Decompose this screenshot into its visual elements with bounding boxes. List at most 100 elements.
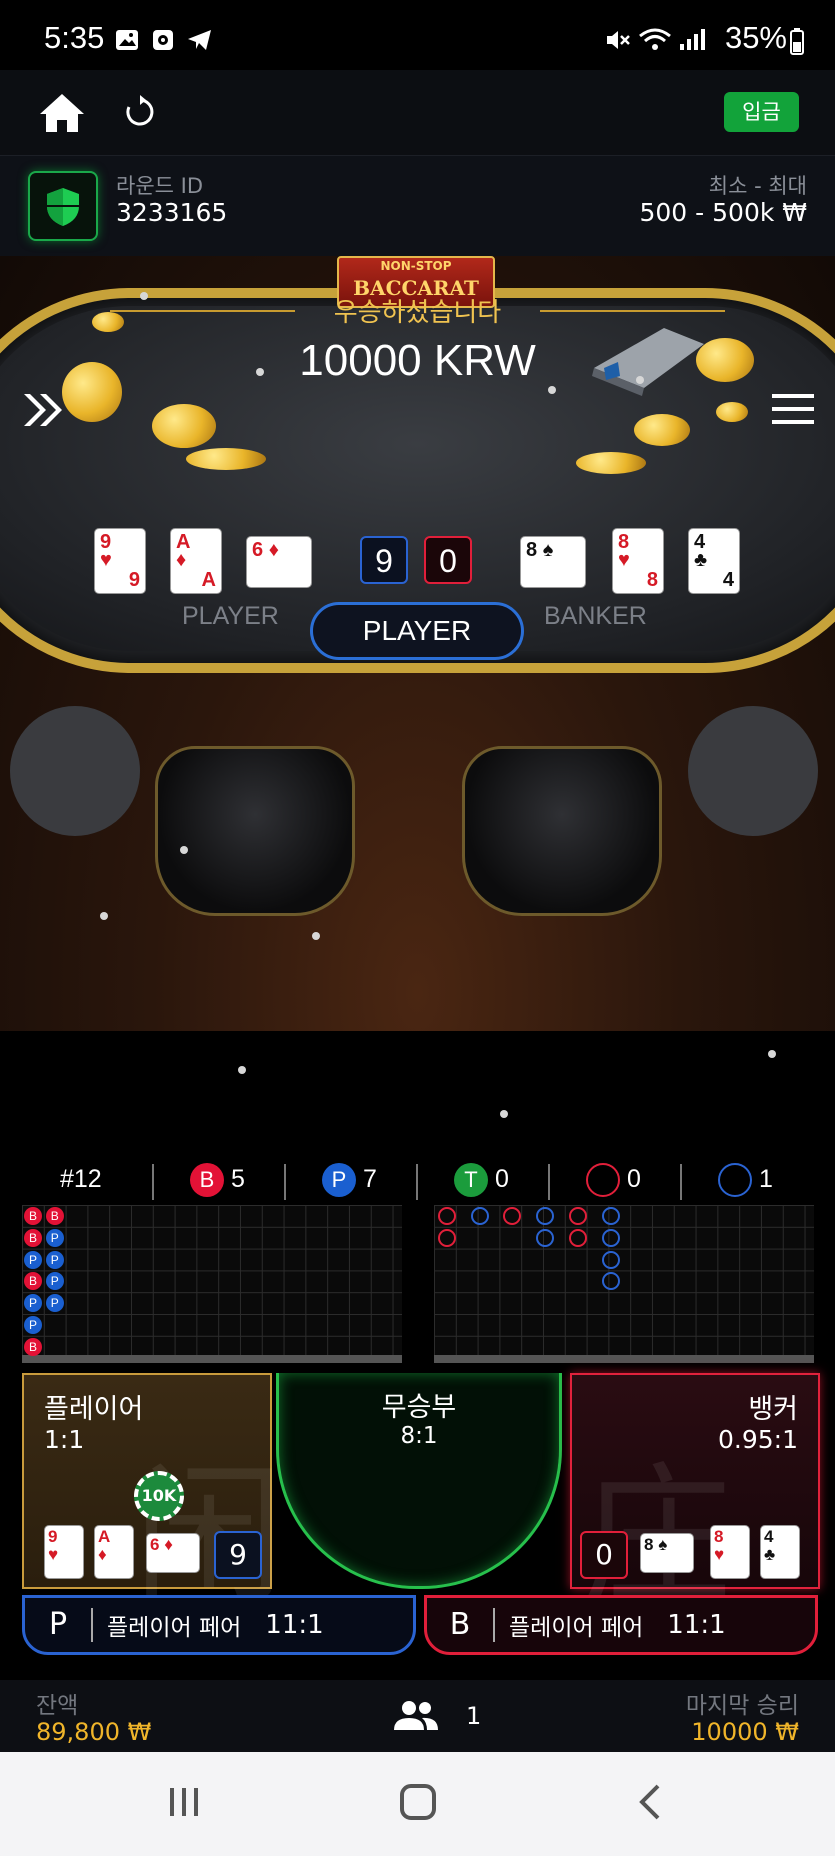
- bead-player: P: [45, 1228, 64, 1247]
- limit-value: 500 - 500k ₩: [639, 198, 808, 227]
- tie-stat: T 0: [454, 1160, 509, 1204]
- bead-player: P: [24, 1316, 42, 1334]
- bet-chip: 10K: [134, 1471, 184, 1521]
- expand-icon[interactable]: [22, 390, 64, 430]
- bead-banker: B: [24, 1228, 42, 1247]
- seat-circle-left: [10, 706, 140, 836]
- menu-icon[interactable]: [772, 392, 814, 426]
- status-bar: 5:35 35%: [0, 0, 835, 70]
- shield-icon: [47, 188, 79, 226]
- banker-pair-odds: 11:1: [667, 1610, 726, 1640]
- chair-right: [462, 746, 662, 916]
- separator: [152, 1164, 154, 1200]
- battery-icon: [790, 28, 804, 55]
- bet-player-pair[interactable]: P 플레이어 페어 11:1: [22, 1595, 416, 1655]
- limit-label: 최소 - 최대: [708, 174, 807, 198]
- particle: [180, 846, 188, 854]
- refresh-icon[interactable]: [122, 94, 158, 130]
- table-banker-label: BANKER: [544, 602, 647, 630]
- game-table-view: NON-STOP BACCARAT 우승하셨습니다 10000 KRW 9 ♥ 9 …: [0, 256, 835, 1031]
- bet-banker-area[interactable]: 庄 뱅커 0.95:1 0 8 ♠ 8♥ 4♣: [570, 1373, 820, 1624]
- player-pair-letter: P: [25, 1608, 93, 1642]
- round-info-bar: 라운드 ID 3233165 최소 - 최대 500 - 500k ₩: [0, 156, 835, 256]
- road-ring-banker: [568, 1228, 587, 1247]
- particle: [140, 292, 148, 300]
- banker-bet-odds: 0.95:1: [718, 1425, 798, 1454]
- chair-left: [155, 746, 355, 916]
- player-score-box: 9: [360, 536, 408, 584]
- road-ring-player: [601, 1250, 620, 1269]
- telegram-icon: [188, 30, 211, 50]
- home-icon[interactable]: [38, 92, 86, 134]
- battery-percent: 35%: [724, 20, 787, 55]
- player-card-3: 6 ♦: [246, 536, 312, 588]
- deposit-button[interactable]: 입금: [724, 92, 799, 132]
- bead-banker: B: [45, 1207, 64, 1225]
- coin: [576, 452, 646, 474]
- bet-banker-pair[interactable]: B 플레이어 페어 11:1: [424, 1595, 818, 1655]
- road-ring-player: [601, 1207, 620, 1225]
- signal-icon: [680, 29, 705, 50]
- road-ring-banker: [438, 1207, 456, 1225]
- particle: [312, 932, 320, 940]
- bet-tie-area[interactable]: 무승부 8:1: [276, 1373, 562, 1589]
- players-count: 1: [466, 1702, 482, 1730]
- player-card-1: 9 ♥ 9: [94, 528, 146, 594]
- bead-player: P: [45, 1250, 64, 1269]
- clock: 5:35: [44, 20, 105, 55]
- banker-card-1: 8 ♠: [520, 536, 586, 588]
- particle: [636, 376, 644, 384]
- tie-bet-name: 무승부: [381, 1392, 457, 1423]
- bead-banker: B: [24, 1337, 42, 1356]
- banker-bet-name: 뱅커: [748, 1394, 798, 1425]
- coin: [152, 404, 216, 448]
- road-ring-player: [536, 1207, 555, 1225]
- player-card-2: A ♦ A: [170, 528, 222, 594]
- panel-banker-card-2: 8 ♥: [710, 1525, 750, 1579]
- separator: [284, 1164, 286, 1200]
- home-nav-icon[interactable]: [396, 1780, 440, 1824]
- balance-label: 잔액: [36, 1693, 79, 1719]
- bead-player: P: [24, 1250, 42, 1269]
- road-ring-banker: [568, 1207, 587, 1225]
- bottom-bar: 잔액 89,800 ₩ 1 마지막 승리 10000 ₩: [0, 1680, 835, 1752]
- coin: [634, 414, 690, 446]
- back-icon[interactable]: [632, 1782, 672, 1822]
- particle: [238, 1066, 246, 1074]
- balance-value: 89,800 ₩: [36, 1718, 152, 1746]
- coin: [186, 448, 266, 470]
- player-pair-odds: 11:1: [265, 1610, 324, 1640]
- banker-stat: B 5: [190, 1160, 245, 1204]
- seat-circle-right: [688, 706, 818, 836]
- separator: [548, 1164, 550, 1200]
- bead-player: P: [45, 1294, 64, 1313]
- bead-road: BBPBPPBBPPPP: [22, 1205, 402, 1363]
- fairness-badge[interactable]: [28, 171, 98, 241]
- banker-score-box: 0: [424, 536, 472, 584]
- bet-player-area[interactable]: 闲 플레이어 1:1 10K 9 ♥ A ♦ 6 ♦ 9: [22, 1373, 284, 1624]
- card-shoe: [592, 328, 704, 396]
- panel-player-card-3: 6 ♦: [146, 1533, 200, 1573]
- tie-bet-odds: 8:1: [400, 1423, 438, 1449]
- system-nav-bar: [0, 1752, 835, 1856]
- round-number: #12: [60, 1165, 102, 1193]
- player-bet-name: 플레이어: [44, 1394, 144, 1425]
- recent-apps-icon[interactable]: [164, 1782, 204, 1822]
- gallery-icon: [116, 30, 138, 50]
- players-icon[interactable]: [392, 1700, 440, 1732]
- road-ring-banker: [503, 1207, 522, 1225]
- panel-banker-score: 0: [580, 1531, 628, 1579]
- banker-pair-name: 플레이어 페어: [509, 1615, 644, 1641]
- banker-card-2: 8 ♥ 8: [612, 528, 664, 594]
- road-ring-banker: [438, 1228, 456, 1247]
- camera-icon: [153, 30, 173, 50]
- particle: [500, 1110, 508, 1118]
- coin: [92, 312, 124, 332]
- player-stat: P 7: [322, 1160, 377, 1204]
- bead-banker: B: [24, 1207, 42, 1225]
- player-pair-stat: 1: [718, 1160, 773, 1204]
- panel-player-card-1: 9 ♥: [44, 1525, 84, 1579]
- particle: [256, 368, 264, 376]
- mute-icon: [607, 31, 630, 49]
- top-nav: 입금: [0, 70, 835, 156]
